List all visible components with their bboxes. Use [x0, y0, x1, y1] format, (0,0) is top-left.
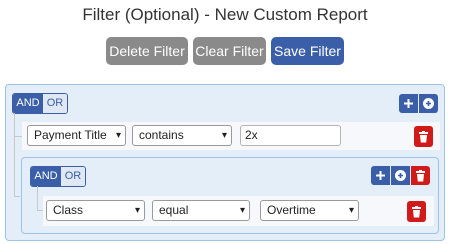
plus-icon	[376, 171, 385, 180]
tree-connector	[37, 186, 38, 211]
outer-rule-operator-value: contains	[139, 128, 184, 142]
inner-rule-operator-select[interactable]: equal ▾	[152, 200, 250, 221]
save-filter-button[interactable]: Save Filter	[271, 37, 344, 65]
chevron-down-icon: ▾	[134, 205, 140, 216]
inner-rule-field-select[interactable]: Class ▾	[46, 200, 145, 221]
inner-rule-delete-button[interactable]	[407, 201, 426, 222]
delete-filter-button[interactable]: Delete Filter	[106, 37, 188, 65]
page-title: Filter (Optional) - New Custom Report	[82, 5, 368, 24]
inner-or-button[interactable]: OR	[61, 167, 85, 186]
inner-and-or-toggle: AND OR	[30, 166, 86, 187]
outer-and-or-toggle: AND OR	[12, 93, 68, 114]
inner-rule-row: Class ▾ equal ▾ Overtime ▾	[43, 196, 434, 226]
tree-connector	[14, 113, 15, 197]
outer-rule-value-input[interactable]: 2x	[240, 125, 341, 146]
trash-icon	[412, 206, 421, 218]
trash-icon	[419, 131, 428, 143]
outer-add-rule-button[interactable]	[399, 94, 418, 113]
inner-add-rule-button[interactable]	[371, 166, 390, 185]
chevron-down-icon: ▾	[348, 205, 354, 216]
outer-rule-field-select[interactable]: Payment Title ▾	[27, 125, 126, 146]
outer-rule-row: Payment Title ▾ contains ▾ 2x	[22, 122, 440, 150]
inner-delete-group-button[interactable]	[411, 166, 430, 185]
inner-rule-value-select[interactable]: Overtime ▾	[260, 200, 359, 221]
inner-and-button[interactable]: AND	[31, 167, 61, 186]
inner-rule-operator-value: equal	[159, 203, 189, 217]
trash-icon	[416, 170, 425, 182]
inner-add-group-button[interactable]	[391, 166, 410, 185]
inner-rule-field-value: Class	[53, 203, 84, 217]
inner-rule-value-text: Overtime	[267, 203, 316, 217]
plus-icon	[404, 99, 413, 108]
outer-add-group-button[interactable]	[419, 94, 438, 113]
chevron-down-icon: ▾	[239, 205, 245, 216]
tree-connector	[14, 196, 20, 197]
outer-rule-delete-button[interactable]	[414, 126, 433, 147]
outer-rule-value-text: 2x	[245, 128, 258, 142]
plus-circle-icon	[423, 98, 434, 109]
outer-or-button[interactable]: OR	[43, 94, 67, 113]
outer-rule-operator-select[interactable]: contains ▾	[132, 125, 232, 146]
outer-and-button[interactable]: AND	[13, 94, 43, 113]
outer-rule-field-value: Payment Title	[34, 128, 107, 142]
clear-filter-button[interactable]: Clear Filter	[193, 37, 266, 65]
chevron-down-icon: ▾	[115, 130, 121, 141]
plus-circle-icon	[395, 170, 406, 181]
chevron-down-icon: ▾	[221, 130, 227, 141]
